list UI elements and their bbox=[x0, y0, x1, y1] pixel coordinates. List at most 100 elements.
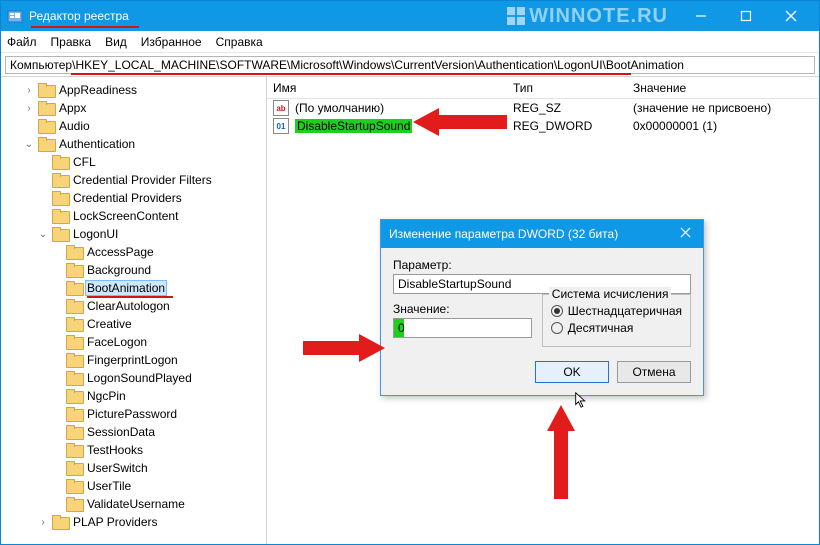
value-data: 0x00000001 (1) bbox=[627, 119, 819, 133]
expand-toggle[interactable]: ⌄ bbox=[23, 139, 35, 150]
registry-tree[interactable]: › AppReadiness › Appx Audio ⌄ Authentication CF… bbox=[1, 77, 267, 544]
tree-label: LockScreenContent bbox=[71, 209, 180, 223]
tree-label: PicturePassword bbox=[85, 407, 179, 421]
tree-node-authentication[interactable]: ⌄ Authentication bbox=[3, 135, 266, 153]
col-type[interactable]: Тип bbox=[507, 81, 627, 95]
menu-file[interactable]: Файл bbox=[7, 35, 37, 49]
folder-icon bbox=[66, 299, 82, 313]
annotation-underline-address bbox=[71, 73, 631, 75]
folder-icon bbox=[66, 245, 82, 259]
tree-label: AppReadiness bbox=[57, 83, 139, 97]
tree-label: Credential Provider Filters bbox=[71, 173, 214, 187]
titlebar: Редактор реестра WINNOTE.RU bbox=[1, 1, 819, 31]
tree-node-fingerprintlogon[interactable]: FingerprintLogon bbox=[3, 351, 266, 369]
value-label: Значение: bbox=[393, 302, 532, 316]
tree-node-logonsoundplayed[interactable]: LogonSoundPlayed bbox=[3, 369, 266, 387]
menu-help[interactable]: Справка bbox=[216, 35, 263, 49]
tree-label: BootAnimation bbox=[85, 280, 167, 296]
folder-icon bbox=[52, 515, 68, 529]
tree-node-validateusername[interactable]: ValidateUsername bbox=[3, 495, 266, 513]
radio-hex[interactable]: Шестнадцатеричная bbox=[551, 304, 682, 318]
tree-label: ValidateUsername bbox=[85, 497, 187, 511]
expand-toggle[interactable]: ⌄ bbox=[37, 229, 49, 240]
dialog-titlebar: Изменение параметра DWORD (32 бита) bbox=[381, 220, 703, 248]
annotation-underline-title bbox=[31, 26, 139, 28]
folder-icon bbox=[38, 137, 54, 151]
tree-node-facelogon[interactable]: FaceLogon bbox=[3, 333, 266, 351]
list-row[interactable]: 01DisableStartupSoundREG_DWORD0x00000001… bbox=[267, 117, 819, 135]
expand-toggle[interactable]: › bbox=[23, 103, 35, 114]
value-data-input[interactable] bbox=[393, 318, 532, 338]
tree-node-credential-providers[interactable]: Credential Providers bbox=[3, 189, 266, 207]
tree-node-usertile[interactable]: UserTile bbox=[3, 477, 266, 495]
value-type: REG_SZ bbox=[507, 101, 627, 115]
folder-icon bbox=[66, 335, 82, 349]
tree-node-appx[interactable]: › Appx bbox=[3, 99, 266, 117]
menu-edit[interactable]: Правка bbox=[51, 35, 92, 49]
app-icon bbox=[7, 8, 23, 24]
maximize-button[interactable] bbox=[723, 1, 768, 31]
close-button[interactable] bbox=[768, 1, 813, 31]
tree-label: Credential Providers bbox=[71, 191, 184, 205]
tree-node-sessiondata[interactable]: SessionData bbox=[3, 423, 266, 441]
tree-node-background[interactable]: Background bbox=[3, 261, 266, 279]
tree-label: UserTile bbox=[85, 479, 133, 493]
param-label: Параметр: bbox=[393, 258, 691, 272]
expand-toggle[interactable]: › bbox=[23, 85, 35, 96]
tree-node-picturepassword[interactable]: PicturePassword bbox=[3, 405, 266, 423]
folder-icon bbox=[66, 281, 82, 295]
folder-icon bbox=[66, 317, 82, 331]
value-data: (значение не присвоено) bbox=[627, 101, 819, 115]
list-row[interactable]: ab(По умолчанию)REG_SZ(значение не присв… bbox=[267, 99, 819, 117]
tree-node-appreadiness[interactable]: › AppReadiness bbox=[3, 81, 266, 99]
base-legend: Система исчисления bbox=[549, 287, 672, 301]
value-type-icon: 01 bbox=[273, 118, 289, 134]
dialog-title: Изменение параметра DWORD (32 бита) bbox=[389, 227, 618, 241]
folder-icon bbox=[66, 479, 82, 493]
folder-icon bbox=[66, 389, 82, 403]
tree-node-audio[interactable]: Audio bbox=[3, 117, 266, 135]
tree-node-userswitch[interactable]: UserSwitch bbox=[3, 459, 266, 477]
dialog-close-button[interactable] bbox=[675, 227, 695, 241]
tree-label: NgcPin bbox=[85, 389, 128, 403]
tree-node-ngcpin[interactable]: NgcPin bbox=[3, 387, 266, 405]
tree-label: Authentication bbox=[57, 137, 137, 151]
tree-node-cfl[interactable]: CFL bbox=[3, 153, 266, 171]
folder-icon bbox=[52, 227, 68, 241]
folder-icon bbox=[52, 209, 68, 223]
tree-node-bootanimation[interactable]: BootAnimation bbox=[3, 279, 266, 297]
menu-view[interactable]: Вид bbox=[105, 35, 127, 49]
folder-icon bbox=[66, 371, 82, 385]
tree-label: AccessPage bbox=[85, 245, 156, 259]
tree-node-accesspage[interactable]: AccessPage bbox=[3, 243, 266, 261]
tree-label: ClearAutologon bbox=[85, 299, 172, 313]
tree-label: CFL bbox=[71, 155, 98, 169]
radio-dec[interactable]: Десятичная bbox=[551, 321, 682, 335]
expand-toggle[interactable]: › bbox=[37, 517, 49, 528]
col-value[interactable]: Значение bbox=[627, 81, 819, 95]
tree-node-clearautologon[interactable]: ClearAutologon bbox=[3, 297, 266, 315]
ok-button[interactable]: OK bbox=[535, 361, 609, 383]
tree-node-lockscreencontent[interactable]: LockScreenContent bbox=[3, 207, 266, 225]
tree-node-creative[interactable]: Creative bbox=[3, 315, 266, 333]
tree-node-testhooks[interactable]: TestHooks bbox=[3, 441, 266, 459]
tree-label: SessionData bbox=[85, 425, 157, 439]
minimize-button[interactable] bbox=[678, 1, 723, 31]
address-input[interactable] bbox=[5, 56, 815, 74]
folder-icon bbox=[66, 461, 82, 475]
tree-node-plap-providers[interactable]: › PLAP Providers bbox=[3, 513, 266, 531]
col-name[interactable]: Имя bbox=[267, 81, 507, 95]
menu-fav[interactable]: Избранное bbox=[141, 35, 202, 49]
tree-label: Appx bbox=[57, 101, 88, 115]
cancel-button[interactable]: Отмена bbox=[617, 361, 691, 383]
tree-label: TestHooks bbox=[85, 443, 145, 457]
folder-icon bbox=[52, 191, 68, 205]
value-name: (По умолчанию) bbox=[289, 101, 507, 115]
list-header: Имя Тип Значение bbox=[267, 77, 819, 99]
tree-node-credential-provider-filters[interactable]: Credential Provider Filters bbox=[3, 171, 266, 189]
tree-node-logonui[interactable]: ⌄LogonUI bbox=[3, 225, 266, 243]
tree-label: PLAP Providers bbox=[71, 515, 160, 529]
menubar: Файл Правка Вид Избранное Справка bbox=[1, 31, 819, 53]
base-groupbox: Система исчисления Шестнадцатеричная Дес… bbox=[542, 294, 691, 347]
tree-label: Audio bbox=[57, 119, 92, 133]
